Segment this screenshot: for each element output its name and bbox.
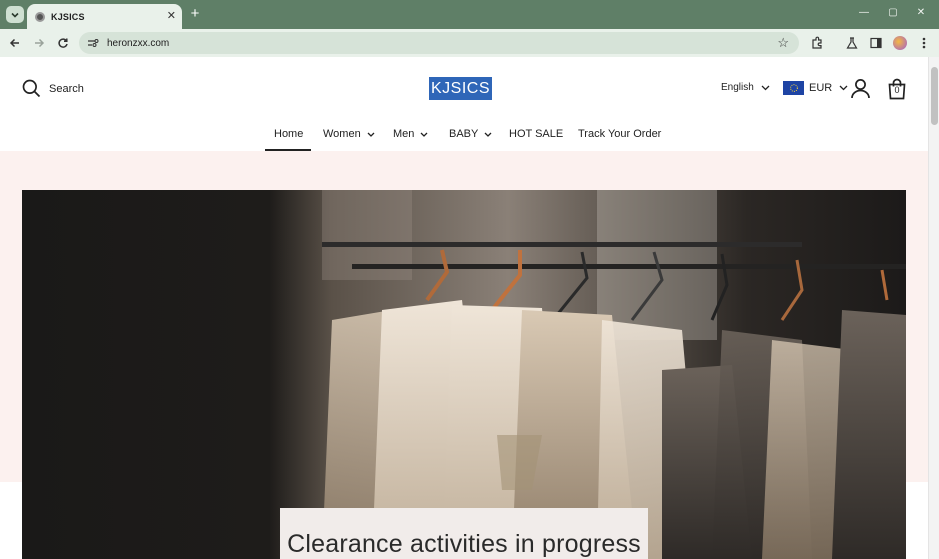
back-button[interactable] xyxy=(6,34,24,52)
currency-value: EUR xyxy=(809,82,833,94)
chevron-down-icon xyxy=(420,132,428,137)
account-button[interactable] xyxy=(850,78,871,104)
close-tab-icon[interactable]: ✕ xyxy=(167,11,176,22)
favicon-icon xyxy=(35,11,45,22)
menu-kebab-icon[interactable] xyxy=(916,35,932,51)
labs-flask-icon[interactable] xyxy=(844,35,860,51)
nav-item-baby[interactable]: BABY xyxy=(449,128,492,140)
page-margin-left xyxy=(0,482,22,559)
site-logo[interactable]: KJSICS xyxy=(429,77,493,100)
reload-icon xyxy=(58,38,68,48)
chevron-down-icon xyxy=(11,12,19,18)
site-info-icon[interactable] xyxy=(87,37,101,49)
browser-tab-bar: KJSICS ✕ + — ▢ ✕ xyxy=(0,0,939,29)
site-header: Search KJSICS English EUR 0 Home Women M… xyxy=(0,57,928,151)
scrollbar-thumb[interactable] xyxy=(931,67,938,125)
search-button[interactable]: Search xyxy=(22,79,84,98)
nav-label: BABY xyxy=(449,128,479,140)
user-icon xyxy=(851,79,870,99)
language-value: English xyxy=(721,82,754,93)
chevron-down-icon xyxy=(367,132,375,137)
hero-image-clothing-rack xyxy=(22,190,906,559)
address-bar[interactable]: heronzxx.com ☆ xyxy=(79,32,799,54)
nav-item-hot-sale[interactable]: HOT SALE xyxy=(509,128,563,140)
new-tab-button[interactable]: + xyxy=(188,6,202,22)
bookmark-star-icon[interactable]: ☆ xyxy=(777,35,789,51)
web-page: Search KJSICS English EUR 0 Home Women M… xyxy=(0,57,928,559)
chevron-down-icon xyxy=(484,132,492,137)
browser-tab[interactable]: KJSICS ✕ xyxy=(27,4,182,29)
arrow-left-icon xyxy=(9,38,19,48)
currency-selector[interactable]: EUR xyxy=(783,81,848,95)
nav-label: Home xyxy=(274,128,304,140)
close-window-button[interactable]: ✕ xyxy=(914,7,928,19)
search-icon xyxy=(22,79,41,98)
arrow-right-icon xyxy=(35,38,45,48)
browser-toolbar: heronzxx.com ☆ xyxy=(0,29,939,57)
nav-label: Women xyxy=(323,128,361,140)
extensions-icon[interactable] xyxy=(809,35,825,51)
tab-title: KJSICS xyxy=(51,11,85,22)
language-selector[interactable]: English xyxy=(721,82,770,93)
profile-avatar[interactable] xyxy=(892,35,908,51)
forward-button[interactable] xyxy=(30,34,48,52)
url-text: heronzxx.com xyxy=(107,37,170,49)
nav-label: Track Your Order xyxy=(578,128,662,140)
side-panel-icon[interactable] xyxy=(868,35,884,51)
nav-item-home[interactable]: Home xyxy=(274,128,303,140)
page-margin-right xyxy=(906,482,928,559)
nav-label: Men xyxy=(393,128,415,140)
main-navigation: Home Women Men BABY HOT SALE Track Your … xyxy=(0,124,928,151)
minimize-button[interactable]: — xyxy=(857,7,871,19)
chevron-down-icon xyxy=(839,85,848,91)
search-label: Search xyxy=(49,82,84,95)
reload-button[interactable] xyxy=(54,34,72,52)
cart-count: 0 xyxy=(894,85,900,95)
hero-title: Clearance activities in progress xyxy=(287,530,641,558)
eu-flag-icon xyxy=(783,81,804,95)
cart-button[interactable]: 0 xyxy=(887,78,907,100)
tab-search-button[interactable] xyxy=(6,6,24,23)
nav-item-men[interactable]: Men xyxy=(393,128,428,140)
page-scrollbar[interactable] xyxy=(928,57,939,559)
chevron-down-icon xyxy=(761,85,770,90)
hero-caption-card: Clearance activities in progress xyxy=(280,508,648,559)
nav-label: HOT SALE xyxy=(509,128,564,140)
maximize-button[interactable]: ▢ xyxy=(886,7,900,19)
hero-banner[interactable]: Clearance activities in progress xyxy=(22,190,906,559)
nav-item-track-order[interactable]: Track Your Order xyxy=(578,128,661,140)
nav-item-women[interactable]: Women xyxy=(323,128,375,140)
